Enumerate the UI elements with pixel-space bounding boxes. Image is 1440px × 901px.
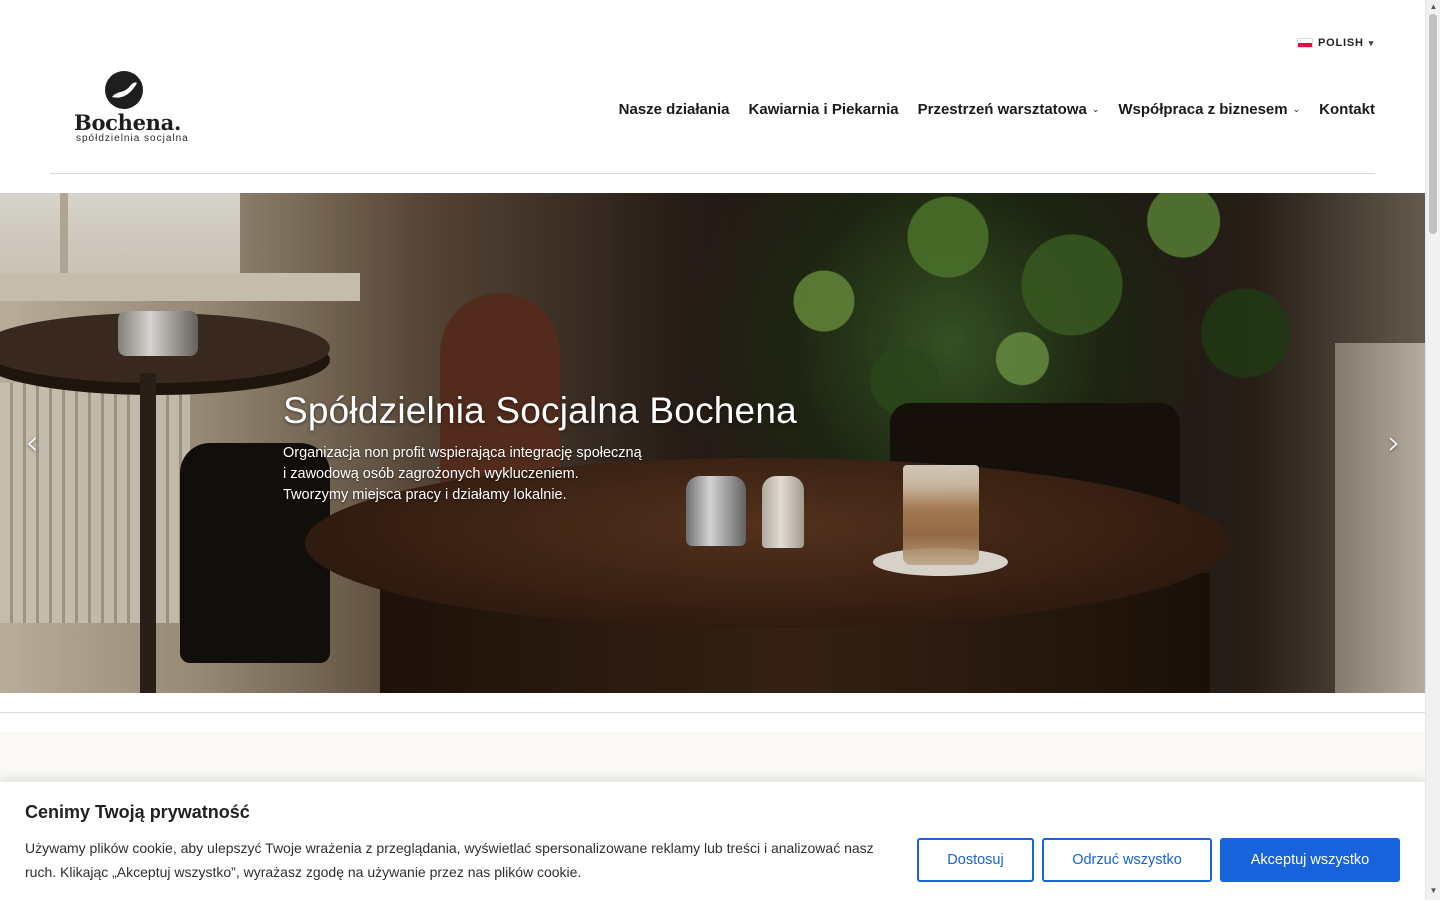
page-scrollbar[interactable]: ▲ ▼ <box>1425 0 1440 900</box>
customize-button[interactable]: Dostosuj <box>917 838 1034 882</box>
reject-all-button[interactable]: Odrzuć wszystko <box>1042 838 1212 882</box>
logo-bread-icon <box>105 71 143 109</box>
hero-caption: Spółdzielnia Socjalna Bochena Organizacj… <box>283 389 797 506</box>
nav-item-nasze-dzialania[interactable]: Nasze działania <box>619 101 730 118</box>
scrollbar-thumb[interactable] <box>1429 14 1437 234</box>
nav-item-label: Kawiarnia i Piekarnia <box>748 101 899 118</box>
hero-description-line: i zawodową osób zagrożonych wykluczeniem… <box>283 466 579 482</box>
language-switcher[interactable]: POLISH ▾ <box>1297 37 1374 49</box>
language-label: POLISH <box>1318 37 1364 49</box>
cookie-description: Używamy plików cookie, aby ulepszyć Twoj… <box>25 840 874 880</box>
main-navigation: Nasze działania Kawiarnia i Piekarnia Pr… <box>619 101 1375 118</box>
hero-description-line: Organizacja non profit wspierająca integ… <box>283 445 642 461</box>
nav-item-kawiarnia[interactable]: Kawiarnia i Piekarnia <box>749 101 899 118</box>
polish-flag-icon <box>1297 38 1313 48</box>
nav-item-przestrzen-warsztatowa[interactable]: Przestrzeń warsztatowa ⌄ <box>918 101 1100 118</box>
slider-next-arrow-icon[interactable]: › <box>1379 426 1409 460</box>
hero-slider: Spółdzielnia Socjalna Bochena Organizacj… <box>0 193 1425 693</box>
header-divider <box>50 173 1375 174</box>
caret-down-icon: ▾ <box>1368 37 1375 48</box>
nav-item-wspolpraca[interactable]: Współpraca z biznesem ⌄ <box>1118 101 1300 118</box>
scroll-down-icon[interactable]: ▼ <box>1426 884 1440 898</box>
logo-wordmark: Bochena. <box>74 110 181 135</box>
hero-description-line: Tworzymy miejsca pracy i działamy lokaln… <box>283 487 567 503</box>
nav-item-label: Kontakt <box>1319 101 1375 118</box>
chevron-down-icon: ⌄ <box>1292 104 1301 114</box>
cookie-title: Cenimy Twoją prywatność <box>25 802 250 822</box>
accept-all-button[interactable]: Akceptuj wszystko <box>1220 838 1400 882</box>
hero-title: Spółdzielnia Socjalna Bochena <box>283 390 797 431</box>
section-divider <box>0 712 1425 713</box>
nav-item-label: Współpraca z biznesem <box>1118 101 1288 118</box>
cookie-consent-banner: Cenimy Twoją prywatność Używamy plików c… <box>0 781 1425 901</box>
chevron-down-icon: ⌄ <box>1091 104 1100 114</box>
nav-item-label: Przestrzeń warsztatowa <box>917 101 1087 118</box>
logo-tagline: spółdzielnia socjalna <box>76 133 189 144</box>
slider-prev-arrow-icon[interactable]: ‹ <box>17 426 47 460</box>
nav-item-kontakt[interactable]: Kontakt <box>1319 101 1375 118</box>
nav-item-label: Nasze działania <box>618 101 730 118</box>
scroll-up-icon[interactable]: ▲ <box>1426 0 1440 14</box>
